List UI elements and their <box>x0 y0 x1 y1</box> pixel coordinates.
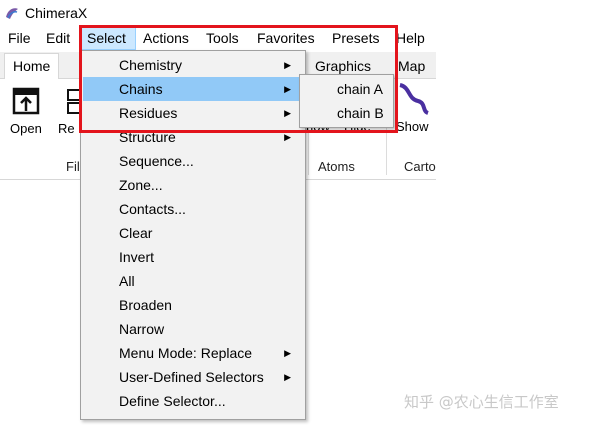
select-dropdown-menu: Chemistry ▶ Chains ▶ Residues ▶ Structure ▶ … <box>80 50 306 420</box>
title-bar: ChimeraX <box>0 0 600 26</box>
chimerax-logo-icon <box>6 8 18 19</box>
cartoon-icon <box>399 83 429 115</box>
submenu-arrow-icon: ▶ <box>284 132 291 142</box>
group-file-label: Fil <box>66 159 80 174</box>
submenu-arrow-icon: ▶ <box>284 84 291 94</box>
menu-file[interactable]: File <box>2 26 37 50</box>
menu-item-chemistry[interactable]: Chemistry ▶ <box>83 53 303 77</box>
menu-bar: File Edit Select Actions Tools Favorites… <box>0 26 600 50</box>
chains-submenu: chain A chain B <box>299 74 394 128</box>
group-atoms-label: Atoms <box>318 159 355 174</box>
menu-favorites[interactable]: Favorites <box>251 26 321 50</box>
menu-actions[interactable]: Actions <box>137 26 195 50</box>
menu-item-label: Structure <box>119 129 176 145</box>
open-button[interactable]: Open <box>8 85 48 145</box>
menu-item-label: Narrow <box>119 321 165 337</box>
submenu-arrow-icon: ▶ <box>284 60 291 70</box>
recent-icon <box>67 89 80 114</box>
menu-presets[interactable]: Presets <box>326 26 385 50</box>
submenu-arrow-icon: ▶ <box>284 108 291 118</box>
menu-item-residues[interactable]: Residues ▶ <box>83 101 303 125</box>
menu-edit[interactable]: Edit <box>40 26 76 50</box>
tab-map[interactable]: Map <box>390 54 433 78</box>
submenu-arrow-icon: ▶ <box>284 348 291 358</box>
menu-item-all[interactable]: All <box>83 269 303 293</box>
menu-item-label: Residues <box>119 105 178 121</box>
menu-item-structure[interactable]: Structure ▶ <box>83 125 303 149</box>
menu-item-clear[interactable]: Clear <box>83 221 303 245</box>
menu-item-label: Define Selector... <box>119 393 226 409</box>
menu-item-define-selector[interactable]: Define Selector... <box>83 389 303 413</box>
menu-item-menu-mode[interactable]: Menu Mode: Replace ▶ <box>83 341 303 365</box>
menu-item-label: Chemistry <box>119 57 183 73</box>
tab-home[interactable]: Home <box>4 53 60 79</box>
menu-item-contacts[interactable]: Contacts... <box>83 197 303 221</box>
menu-item-label: Sequence... <box>119 153 194 169</box>
submenu-arrow-icon: ▶ <box>284 372 291 382</box>
recent-button[interactable]: Re <box>58 85 80 145</box>
group-cartoons-label: Carto <box>404 159 436 174</box>
menu-item-invert[interactable]: Invert <box>83 245 303 269</box>
submenu-item-chain-a[interactable]: chain A <box>300 77 393 101</box>
menu-item-label: Contacts... <box>119 201 186 217</box>
recent-label: Re <box>58 121 75 136</box>
menu-item-label: Zone... <box>119 177 163 193</box>
menu-item-sequence[interactable]: Sequence... <box>83 149 303 173</box>
menu-tools[interactable]: Tools <box>200 26 245 50</box>
menu-item-label: Clear <box>119 225 153 241</box>
menu-item-narrow[interactable]: Narrow <box>83 317 303 341</box>
menu-item-zone[interactable]: Zone... <box>83 173 303 197</box>
menu-help[interactable]: Help <box>390 26 431 50</box>
watermark-text: 知乎 @农心生信工作室 <box>404 393 559 411</box>
menu-item-broaden[interactable]: Broaden <box>83 293 303 317</box>
menu-item-chains[interactable]: Chains ▶ <box>83 77 303 101</box>
menu-item-label: All <box>119 273 135 289</box>
show-cartoon-label[interactable]: Show <box>396 119 429 134</box>
menu-item-label: Invert <box>119 249 155 265</box>
menu-item-user-defined-selectors[interactable]: User-Defined Selectors ▶ <box>83 365 303 389</box>
submenu-item-chain-b[interactable]: chain B <box>300 101 393 125</box>
menu-item-label: Broaden <box>119 297 172 313</box>
menu-select[interactable]: Select <box>80 26 136 50</box>
menu-item-label: Menu Mode: Replace <box>119 345 253 361</box>
menu-item-label: Chains <box>119 81 163 97</box>
open-label: Open <box>10 121 42 136</box>
window-title: ChimeraX <box>25 5 88 21</box>
open-icon <box>12 87 40 115</box>
menu-item-label: User-Defined Selectors <box>119 369 264 385</box>
